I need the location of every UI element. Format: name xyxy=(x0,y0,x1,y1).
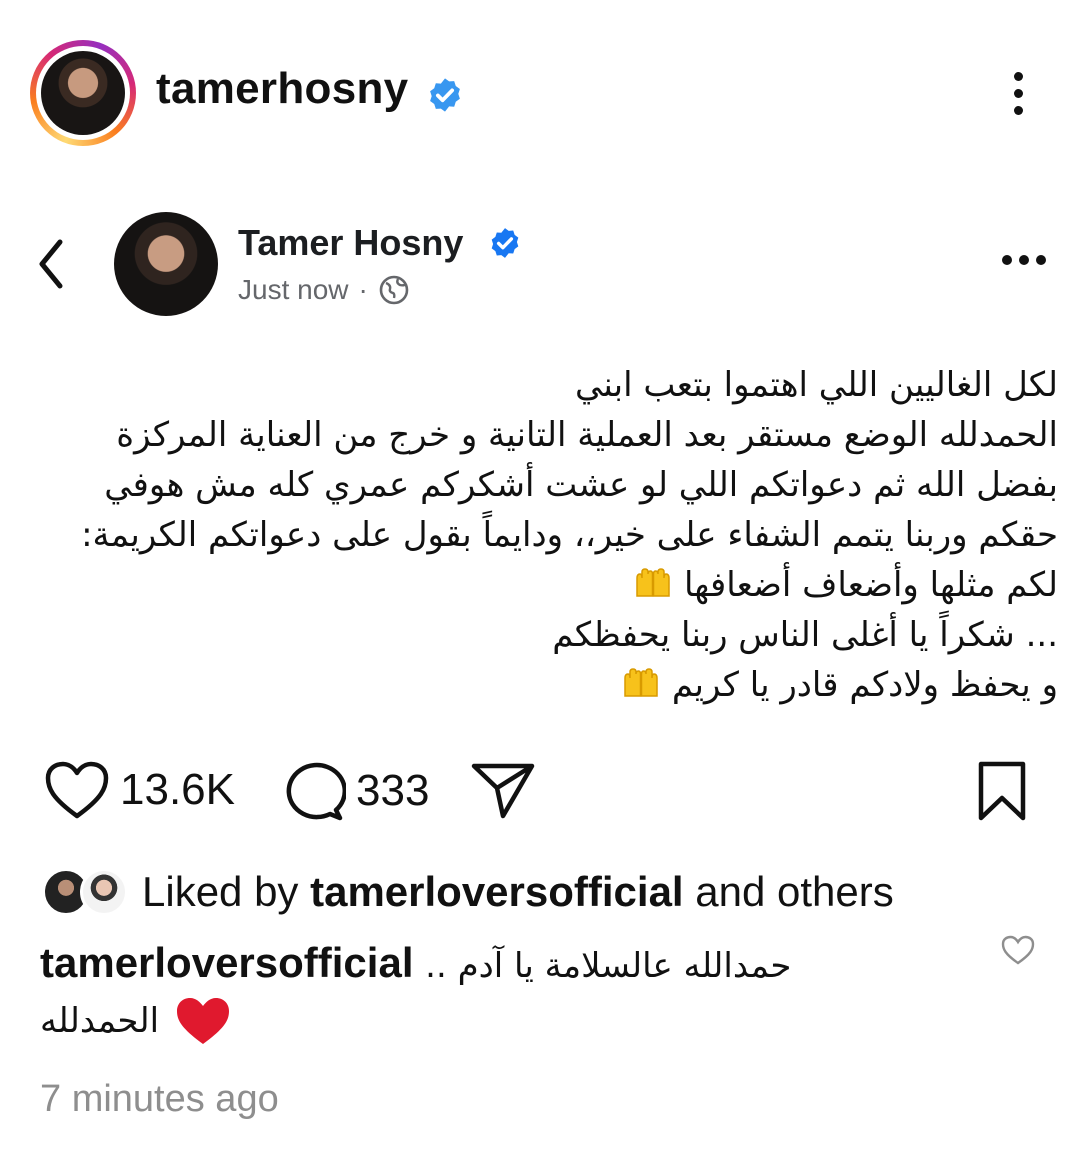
post-line: و يحفظ ولادكم قادر يا كريم xyxy=(671,665,1058,705)
post-line: الحمدلله الوضع مستقر بعد العملية التانية… xyxy=(116,415,1058,455)
comment-continuation: الحمدلله xyxy=(40,996,231,1046)
more-horizontal-icon[interactable] xyxy=(1002,255,1052,271)
post-line: ... شكراً يا أغلى الناس ربنا يحفظكم xyxy=(552,615,1058,655)
post-time-ago: 7 minutes ago xyxy=(40,1078,279,1120)
share-icon xyxy=(471,763,535,819)
story-ring[interactable] xyxy=(30,40,136,146)
red-heart-emoji xyxy=(177,998,230,1044)
avatar xyxy=(41,51,125,135)
post-line: بفضل الله ثم دعواتكم اللي لو عشت أشكركم … xyxy=(104,465,1058,505)
comment-text: حمدالله عالسلامة يا آدم .. xyxy=(425,946,792,986)
author-avatar[interactable] xyxy=(114,212,218,316)
liked-by-suffix[interactable]: and others xyxy=(684,868,894,915)
comment: tamerloversofficial حمدالله عالسلامة يا … xyxy=(40,930,940,999)
comment-icon xyxy=(286,762,346,821)
liked-by-user[interactable]: tamerloversofficial xyxy=(310,868,684,915)
back-chevron-icon[interactable] xyxy=(36,238,66,290)
post-timestamp: Just now xyxy=(238,274,349,305)
username[interactable]: tamerhosny xyxy=(156,64,408,114)
liked-by-row[interactable]: Liked by tamerloversofficial and others xyxy=(42,862,894,922)
more-vertical-icon[interactable] xyxy=(1000,68,1040,120)
comment-button[interactable]: 333 xyxy=(280,760,429,822)
post-meta: Just now · xyxy=(238,274,410,306)
verified-badge-icon xyxy=(430,78,460,112)
raising-hands-emoji xyxy=(624,668,658,697)
liked-by-prefix: Liked by xyxy=(142,868,311,915)
post-body: لكل الغاليين اللي اهتموا بتعب ابني الحمد… xyxy=(18,360,1058,710)
save-button[interactable] xyxy=(976,760,1028,822)
meta-separator: · xyxy=(358,274,368,305)
heart-icon[interactable] xyxy=(1000,934,1036,966)
share-button[interactable] xyxy=(470,760,536,820)
heart-icon xyxy=(45,761,109,819)
instagram-post-header: tamerhosny xyxy=(0,0,1080,190)
post-line: حقكم وربنا يتمم الشفاء على خير،، ودايماً… xyxy=(81,515,1058,555)
verified-badge-icon xyxy=(491,228,519,258)
action-bar: 13.6K 333 xyxy=(0,760,1080,840)
comment-count[interactable]: 333 xyxy=(356,766,429,816)
post-line: لكل الغاليين اللي اهتموا بتعب ابني xyxy=(575,365,1058,405)
like-button[interactable]: 13.6K xyxy=(44,760,235,820)
post-line: لكم مثلها وأضعاف أضعافها xyxy=(683,565,1058,605)
author-name[interactable]: Tamer Hosny xyxy=(238,222,463,264)
bookmark-icon xyxy=(978,761,1026,821)
avatar xyxy=(80,868,128,916)
raising-hands-emoji xyxy=(636,568,670,597)
comment-username[interactable]: tamerloversofficial xyxy=(40,939,414,986)
like-count[interactable]: 13.6K xyxy=(120,765,235,815)
globe-icon xyxy=(379,275,409,305)
comment-text: الحمدلله xyxy=(40,1001,160,1041)
